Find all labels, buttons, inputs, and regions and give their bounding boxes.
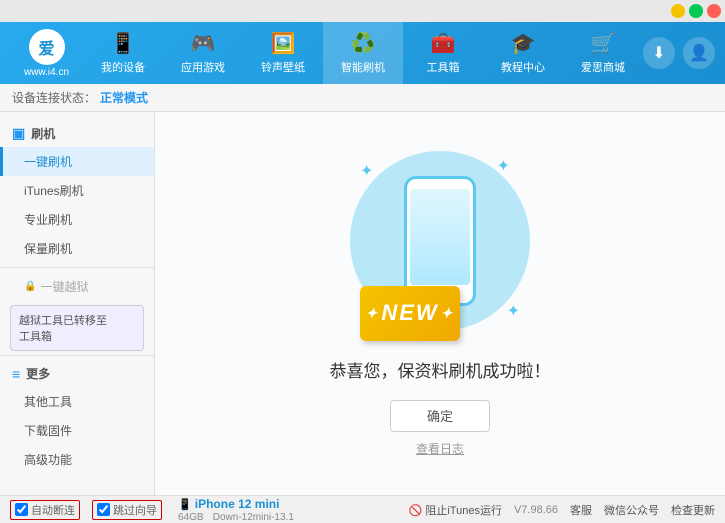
- nav-toolbox-label: 工具箱: [427, 59, 460, 75]
- phone-screen: [410, 189, 470, 285]
- device-storage: 64GB: [178, 512, 204, 523]
- nav-tutorial-label: 教程中心: [501, 59, 545, 75]
- header-right: ⬇ 👤: [643, 37, 715, 69]
- skip-wizard-input[interactable]: [97, 503, 110, 516]
- sidebar-item-advanced[interactable]: 高级功能: [0, 445, 154, 474]
- stop-itunes-icon: 🚫: [409, 505, 423, 517]
- download-icon: ⬇: [652, 43, 665, 63]
- nav-apps-label: 应用游戏: [181, 59, 225, 75]
- confirm-button[interactable]: 确定: [390, 400, 490, 432]
- device-name: iPhone 12 mini: [195, 497, 280, 511]
- nav-smart-flash-label: 智能刷机: [341, 59, 385, 75]
- lock-icon: 🔒: [24, 281, 36, 292]
- nav-my-device-label: 我的设备: [101, 59, 145, 75]
- sparkle-icon-3: ✦: [507, 301, 520, 321]
- save-flash-label: 保量刷机: [24, 242, 72, 256]
- auto-disconnect-checkbox[interactable]: 自动断连: [10, 500, 80, 520]
- user-button[interactable]: 👤: [683, 37, 715, 69]
- main-area: ▣ 刷机 一键刷机 iTunes刷机 专业刷机 保量刷机 🔒 一键越狱 越狱工具…: [0, 112, 725, 495]
- device-firmware: Down-12mini-13.1: [213, 512, 294, 523]
- title-bar: [0, 0, 725, 22]
- wallpaper-icon: 🖼️: [271, 31, 296, 56]
- sidebar-item-pro-flash[interactable]: 专业刷机: [0, 205, 154, 234]
- device-info: 📱 iPhone 12 mini 64GB Down-12mini-13.1: [178, 497, 294, 523]
- sidebar-item-one-click-flash[interactable]: 一键刷机: [0, 147, 154, 176]
- auto-disconnect-input[interactable]: [15, 503, 28, 516]
- nav-apps[interactable]: 🎮 应用游戏: [163, 22, 243, 84]
- more-section-icon: ≡: [12, 366, 20, 382]
- sparkle-icon-1: ✦: [360, 161, 373, 181]
- jailbreak-note: 越狱工具已转移至工具箱: [19, 315, 107, 343]
- sidebar-divider-2: [0, 355, 154, 356]
- logo-text: www.i4.cn: [24, 67, 69, 78]
- nav-tutorial[interactable]: 🎓 教程中心: [483, 22, 563, 84]
- toolbox-icon: 🧰: [431, 31, 456, 56]
- sidebar-item-save-flash[interactable]: 保量刷机: [0, 234, 154, 263]
- flash-section-label: 刷机: [31, 125, 55, 142]
- close-button[interactable]: [707, 4, 721, 18]
- nav-store-label: 爱思商城: [581, 59, 625, 75]
- sidebar-jailbreak-section: 🔒 一键越狱: [0, 272, 154, 301]
- store-icon: 🛒: [591, 31, 616, 56]
- status-bar: 设备连接状态： 正常模式: [0, 84, 725, 112]
- sidebar-item-other-tools[interactable]: 其他工具: [0, 387, 154, 416]
- itunes-flash-label: iTunes刷机: [24, 184, 84, 198]
- nav-wallpaper-label: 铃声壁纸: [261, 59, 305, 75]
- minimize-button[interactable]: [671, 4, 685, 18]
- sidebar-flash-title: ▣ 刷机: [0, 120, 154, 147]
- stop-itunes-label: 阻止iTunes运行: [425, 505, 502, 517]
- nav-wallpaper[interactable]: 🖼️ 铃声壁纸: [243, 22, 323, 84]
- auto-disconnect-label: 自动断连: [31, 502, 75, 518]
- sidebar-divider-1: [0, 267, 154, 268]
- support-link[interactable]: 客服: [570, 502, 592, 518]
- new-ribbon: NEW: [360, 286, 460, 341]
- logo-icon: 爱: [29, 29, 65, 65]
- maximize-button[interactable]: [689, 4, 703, 18]
- success-message: 恭喜您，保资料刷机成功啦！: [330, 357, 551, 382]
- other-tools-label: 其他工具: [24, 395, 72, 409]
- sidebar-item-download-firmware[interactable]: 下载固件: [0, 416, 154, 445]
- smart-flash-icon: ♻️: [351, 31, 376, 56]
- stop-itunes-button[interactable]: 🚫 阻止iTunes运行: [409, 502, 502, 518]
- skip-wizard-checkbox[interactable]: 跳过向导: [92, 500, 162, 520]
- logo-area: 爱 www.i4.cn: [10, 29, 83, 78]
- pro-flash-label: 专业刷机: [24, 213, 72, 227]
- bottom-right: 🚫 阻止iTunes运行 V7.98.66 客服 微信公众号 检查更新: [409, 502, 715, 518]
- illustration: ✦ ✦ ✦ NEW: [350, 151, 530, 341]
- user-icon: 👤: [689, 43, 709, 63]
- sidebar: ▣ 刷机 一键刷机 iTunes刷机 专业刷机 保量刷机 🔒 一键越狱 越狱工具…: [0, 112, 155, 495]
- download-button[interactable]: ⬇: [643, 37, 675, 69]
- jailbreak-note-box: 越狱工具已转移至工具箱: [10, 305, 144, 351]
- bottom-bar: 自动断连 跳过向导 📱 iPhone 12 mini 64GB Down-12m…: [0, 495, 725, 523]
- device-icon: 📱: [178, 499, 192, 511]
- status-value: 正常模式: [100, 89, 148, 106]
- check-update-button[interactable]: 检查更新: [671, 502, 715, 518]
- sparkle-icon-2: ✦: [497, 156, 510, 176]
- version-label: V7.98.66: [514, 504, 558, 516]
- advanced-label: 高级功能: [24, 453, 72, 467]
- nav-store[interactable]: 🛒 爱思商城: [563, 22, 643, 84]
- status-label: 设备连接状态：: [12, 89, 96, 106]
- skip-wizard-label: 跳过向导: [113, 502, 157, 518]
- nav-my-device[interactable]: 📱 我的设备: [83, 22, 163, 84]
- nav-bar: 📱 我的设备 🎮 应用游戏 🖼️ 铃声壁纸 ♻️ 智能刷机 🧰 工具箱 🎓 教程…: [83, 22, 643, 84]
- header: 爱 www.i4.cn 📱 我的设备 🎮 应用游戏 🖼️ 铃声壁纸 ♻️ 智能刷…: [0, 22, 725, 84]
- nav-smart-flash[interactable]: ♻️ 智能刷机: [323, 22, 403, 84]
- back-today-link[interactable]: 查看日志: [416, 440, 464, 457]
- my-device-icon: 📱: [111, 31, 136, 56]
- flash-section-icon: ▣: [12, 125, 25, 142]
- sidebar-item-itunes-flash[interactable]: iTunes刷机: [0, 176, 154, 205]
- download-firmware-label: 下载固件: [24, 424, 72, 438]
- nav-toolbox[interactable]: 🧰 工具箱: [403, 22, 483, 84]
- jailbreak-section-label: 一键越狱: [40, 278, 88, 295]
- bottom-left: 自动断连 跳过向导 📱 iPhone 12 mini 64GB Down-12m…: [10, 497, 409, 523]
- tutorial-icon: 🎓: [511, 31, 536, 56]
- more-section-label: 更多: [26, 365, 50, 382]
- logo-symbol: 爱: [38, 35, 54, 59]
- apps-icon: 🎮: [191, 31, 216, 56]
- wechat-link[interactable]: 微信公众号: [604, 502, 659, 518]
- one-click-flash-label: 一键刷机: [24, 155, 72, 169]
- sidebar-more-title: ≡ 更多: [0, 360, 154, 387]
- content-area: ✦ ✦ ✦ NEW 恭喜您，保资料刷机成功啦！ 确定 查看日志: [155, 112, 725, 495]
